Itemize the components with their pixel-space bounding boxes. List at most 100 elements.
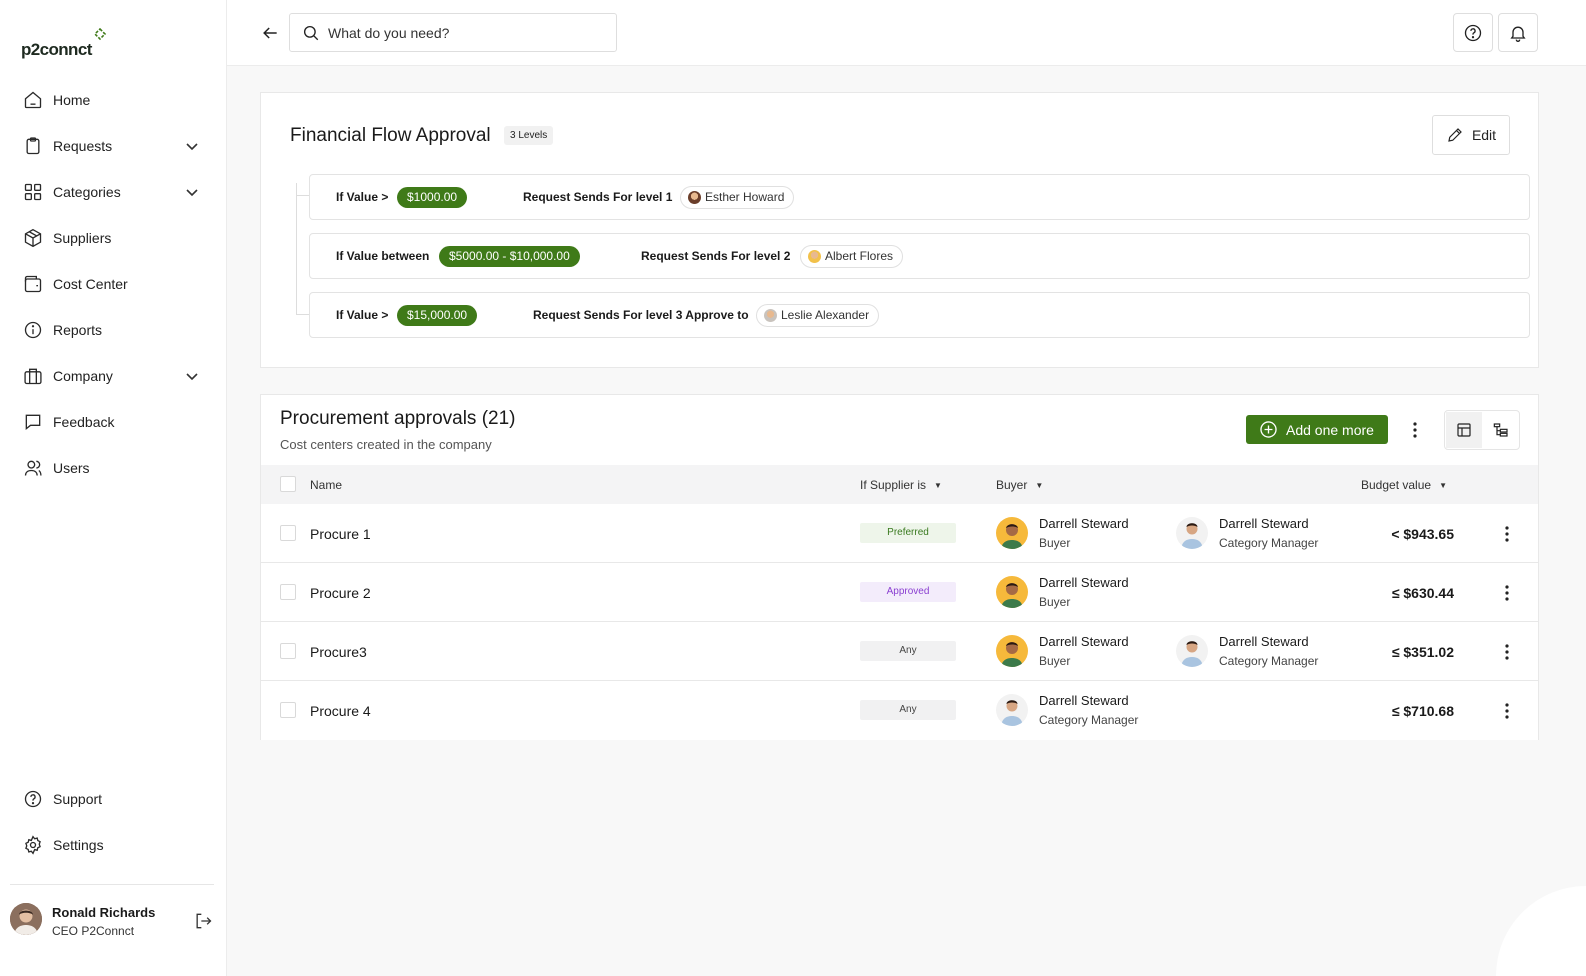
sidebar-item-users[interactable]: Users: [0, 445, 226, 491]
buyer-name: Darrell Steward: [1039, 634, 1129, 649]
supplier-badge: Preferred: [860, 523, 956, 543]
table-row[interactable]: Procure 4 Any Darrell Steward Category M…: [261, 681, 1538, 740]
sidebar-bottom-nav: Support Settings: [0, 776, 226, 868]
top-bar: [227, 0, 1586, 66]
user-profile[interactable]: Ronald Richards CEO P2Connct: [10, 903, 220, 943]
row-name: Procure 1: [310, 526, 371, 542]
more-vertical-icon[interactable]: [1497, 582, 1517, 604]
sidebar-item-label: Users: [53, 460, 90, 476]
rule-condition: If Value between: [336, 249, 430, 263]
rule-condition: If Value >: [336, 308, 389, 322]
message-icon: [25, 414, 41, 431]
flow-rule[interactable]: If Value > $15,000.00 Request Sends For …: [309, 292, 1530, 338]
chevron-down-icon[interactable]: [184, 138, 200, 154]
buyer-name: Darrell Steward: [1039, 516, 1129, 531]
row-checkbox[interactable]: [280, 643, 296, 659]
sidebar-item-feedback[interactable]: Feedback: [0, 399, 226, 445]
sidebar-item-label: Settings: [53, 837, 104, 853]
flow-rule[interactable]: If Value between $5000.00 - $10,000.00 R…: [309, 233, 1530, 279]
procurement-approvals-card: Procurement approvals (21) Cost centers …: [260, 394, 1539, 740]
sidebar-item-label: Feedback: [53, 414, 115, 430]
supplier-badge: Any: [860, 641, 956, 661]
more-vertical-icon[interactable]: [1405, 419, 1425, 441]
sidebar-item-suppliers[interactable]: Suppliers: [0, 215, 226, 261]
edit-button[interactable]: Edit: [1432, 115, 1510, 155]
buyer-name: Darrell Steward: [1039, 693, 1129, 708]
search-input[interactable]: [328, 23, 598, 43]
sidebar-item-label: Categories: [53, 184, 121, 200]
column-header-buyer[interactable]: Buyer ▼: [996, 478, 1043, 492]
more-vertical-icon[interactable]: [1497, 700, 1517, 722]
chevron-down-icon[interactable]: [184, 368, 200, 384]
sidebar-item-requests[interactable]: Requests: [0, 123, 226, 169]
approver-chip[interactable]: Albert Flores: [800, 245, 904, 268]
plus-circle-icon: [1260, 421, 1277, 438]
table-header: Name If Supplier is ▼ Buyer ▼ Budget value…: [261, 465, 1538, 504]
row-name: Procure 2: [310, 585, 371, 601]
column-label: Budget value: [1361, 478, 1432, 492]
sidebar-item-support[interactable]: Support: [0, 776, 226, 822]
table-row[interactable]: Procure 2 Approved Darrell Steward Buyer…: [261, 563, 1538, 622]
sidebar-item-company[interactable]: Company: [0, 353, 226, 399]
sidebar-item-label: Cost Center: [53, 276, 128, 292]
sidebar-item-label: Support: [53, 791, 103, 807]
divider: [10, 884, 214, 885]
sidebar-item-label: Home: [53, 92, 91, 108]
chevron-down-icon[interactable]: [184, 184, 200, 200]
table-row[interactable]: Procure 1 Preferred Darrell Steward Buye…: [261, 504, 1538, 563]
sidebar-item-reports[interactable]: Reports: [0, 307, 226, 353]
buyer-role: Category Manager: [1039, 713, 1139, 727]
flow-rule[interactable]: If Value > $1000.00 Request Sends For le…: [309, 174, 1530, 220]
manager-name: Darrell Steward: [1219, 634, 1309, 649]
financial-flow-card: Financial Flow Approval 3 Levels Edit If…: [260, 92, 1539, 368]
row-name: Procure 4: [310, 703, 371, 719]
tree-view-button[interactable]: [1483, 412, 1519, 448]
help-button[interactable]: [1453, 13, 1493, 52]
table-view-button[interactable]: [1446, 412, 1482, 448]
sidebar-item-categories[interactable]: Categories: [0, 169, 226, 215]
column-header-budget[interactable]: Budget value ▼: [1361, 478, 1447, 492]
supplier-badge: Any: [860, 700, 956, 720]
row-name: Procure3: [310, 644, 367, 660]
rule-value-pill: $1000.00: [397, 187, 468, 208]
column-label: If Supplier is: [860, 478, 927, 492]
logo-diamond-icon: [93, 28, 106, 41]
budget-value: ≤ $710.68: [1391, 703, 1454, 719]
budget-value: < $943.65: [1391, 526, 1454, 542]
select-all-checkbox[interactable]: [280, 476, 296, 492]
add-one-more-button[interactable]: Add one more: [1246, 415, 1388, 444]
sidebar-item-home[interactable]: Home: [0, 77, 226, 123]
column-label: Name: [310, 478, 343, 492]
back-arrow-icon[interactable]: [260, 23, 280, 43]
buyer-name: Darrell Steward: [1039, 575, 1129, 590]
row-checkbox[interactable]: [280, 525, 296, 541]
column-header-name[interactable]: Name: [310, 478, 342, 492]
rule-value-pill: $5000.00 - $10,000.00: [439, 246, 580, 267]
avatar: [996, 576, 1028, 608]
notifications-button[interactable]: [1498, 13, 1538, 52]
tree-icon: [1493, 423, 1508, 437]
sidebar-item-settings[interactable]: Settings: [0, 822, 226, 868]
sidebar-item-cost-center[interactable]: Cost Center: [0, 261, 226, 307]
approvals-subtitle: Cost centers created in the company: [280, 437, 492, 452]
window-corner: [1496, 886, 1586, 976]
row-checkbox[interactable]: [280, 584, 296, 600]
search-box[interactable]: [289, 13, 617, 52]
avatar: [10, 903, 42, 935]
approver-chip[interactable]: Leslie Alexander: [756, 304, 880, 327]
manager-role: Category Manager: [1219, 654, 1319, 668]
avatar: [996, 694, 1028, 726]
more-vertical-icon[interactable]: [1497, 641, 1517, 663]
approver-chip[interactable]: Esther Howard: [680, 186, 795, 209]
sort-caret-icon: ▼: [934, 480, 942, 490]
row-checkbox[interactable]: [280, 702, 296, 718]
table-row[interactable]: Procure3 Any Darrell Steward Buyer Darre…: [261, 622, 1538, 681]
rule-value-pill: $15,000.00: [397, 305, 478, 326]
more-vertical-icon[interactable]: [1497, 523, 1517, 545]
app-logo[interactable]: p2connct: [21, 28, 107, 60]
approver-name: Albert Flores: [825, 249, 894, 263]
logout-icon[interactable]: [193, 911, 213, 931]
profile-role: CEO P2Connct: [52, 924, 135, 938]
tree-connector: [296, 183, 311, 315]
column-header-supplier[interactable]: If Supplier is ▼: [860, 478, 942, 492]
